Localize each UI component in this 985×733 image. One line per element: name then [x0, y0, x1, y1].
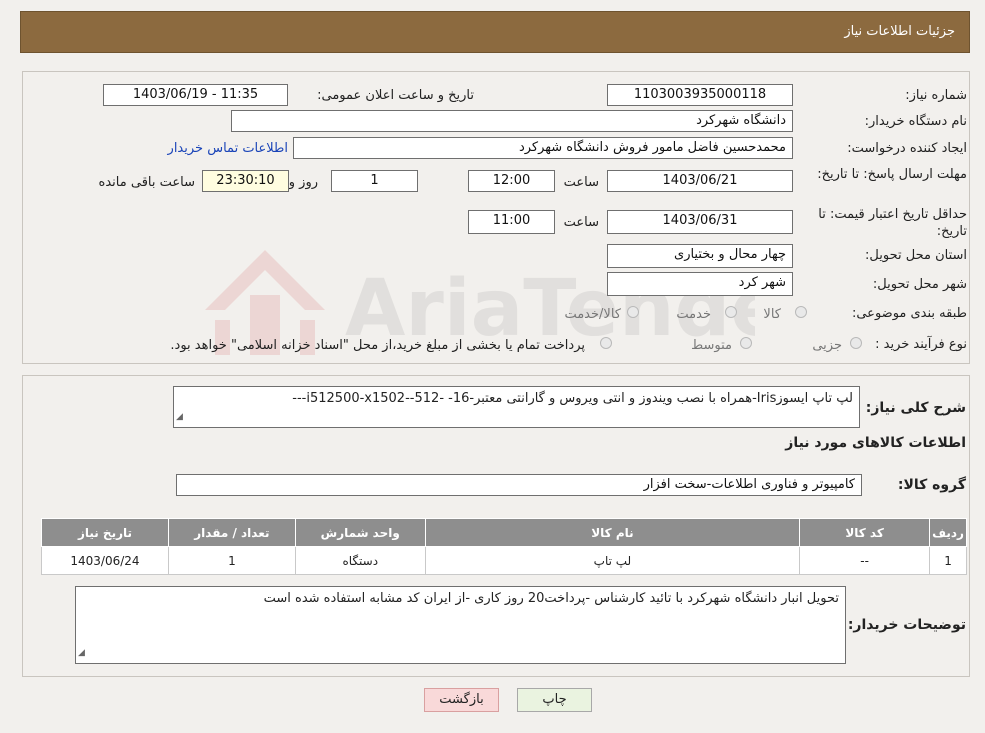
description-text: لپ تاپ ایسوزIris-همراه با نصب ویندوز و ا…	[292, 391, 853, 406]
page-title: جزئیات اطلاعات نیاز	[844, 24, 955, 39]
description-textarea[interactable]: لپ تاپ ایسوزIris-همراه با نصب ویندوز و ا…	[173, 386, 860, 428]
resize-grip-icon[interactable]: ◢	[176, 408, 183, 426]
announce-field[interactable]: 1403/06/19 - 11:35	[103, 84, 288, 106]
process-option-minor: جزیی	[812, 338, 842, 353]
cell-code: --	[799, 546, 931, 575]
validity-label: حداقل تاریخ اعتبار قیمت: تا تاریخ:	[818, 207, 967, 239]
col-qty: تعداد / مقدار	[167, 518, 296, 547]
col-unit: واحد شمارش	[294, 518, 426, 547]
process-label: نوع فرآیند خرید :	[875, 337, 967, 352]
cell-qty: 1	[167, 546, 296, 575]
deadline-date-field[interactable]: 1403/06/21	[607, 170, 793, 192]
table-row[interactable]: 1 -- لپ تاپ دستگاه 1 1403/06/24	[41, 546, 967, 575]
province-field[interactable]: چهار محال و بختیاری	[607, 244, 793, 268]
category-option-goods: کالا	[763, 307, 781, 322]
col-row: ردیف	[929, 518, 967, 547]
cell-name: لپ تاپ	[424, 546, 801, 575]
goods-group-field[interactable]: کامپیوتر و فناوری اطلاعات-سخت افزار	[176, 474, 862, 496]
city-field[interactable]: شهر کرد	[607, 272, 793, 296]
deadline-time-field[interactable]: 12:00	[468, 170, 555, 192]
buyer-contact-link[interactable]: اطلاعات تماس خریدار	[168, 141, 288, 156]
process-radio-medium[interactable]	[740, 337, 752, 349]
need-number-label: شماره نیاز:	[905, 88, 967, 103]
category-label: طبقه بندی موضوعی:	[851, 306, 967, 321]
cell-row: 1	[929, 546, 967, 575]
cell-unit: دستگاه	[294, 546, 426, 575]
category-option-service: خدمت	[676, 307, 711, 322]
process-radio-minor[interactable]	[850, 337, 862, 349]
goods-group-label: گروه کالا:	[897, 477, 966, 493]
col-name: نام کالا	[424, 518, 801, 547]
description-label: شرح کلی نیاز:	[865, 400, 966, 416]
announce-label: تاریخ و ساعت اعلان عمومی:	[317, 88, 474, 103]
validity-date-field[interactable]: 1403/06/31	[607, 210, 793, 234]
validity-time-label: ساعت	[563, 215, 599, 230]
validity-time-field[interactable]: 11:00	[468, 210, 555, 234]
buyer-notes-label: توضیحات خریدار:	[847, 617, 966, 633]
col-date: تاریخ نیاز	[41, 518, 169, 547]
requester-label: ایجاد کننده درخواست:	[847, 141, 967, 156]
days-field[interactable]: 1	[331, 170, 418, 192]
remaining-label: ساعت باقی مانده	[98, 175, 195, 190]
items-table: ردیف کد کالا نام کالا واحد شمارش تعداد /…	[41, 518, 967, 575]
category-radio-both[interactable]	[627, 306, 639, 318]
buyer-org-field[interactable]: دانشگاه شهرکرد	[231, 110, 793, 132]
requester-field[interactable]: محمدحسین فاضل مامور فروش دانشگاه شهرکرد	[293, 137, 793, 159]
resize-grip-icon[interactable]: ◢	[78, 644, 85, 662]
province-label: استان محل تحویل:	[865, 248, 967, 263]
days-label: روز و	[288, 175, 318, 190]
col-code: کد کالا	[799, 518, 931, 547]
cell-date: 1403/06/24	[41, 546, 169, 575]
category-radio-goods[interactable]	[795, 306, 807, 318]
city-label: شهر محل تحویل:	[872, 277, 967, 292]
print-button[interactable]: چاپ	[517, 688, 592, 712]
back-button[interactable]: بازگشت	[424, 688, 499, 712]
process-note: پرداخت تمام یا بخشی از مبلغ خرید،از محل …	[170, 338, 585, 353]
buyer-notes-textarea[interactable]: تحویل انبار دانشگاه شهرکرد با تائید کارش…	[75, 586, 846, 664]
deadline-time-label: ساعت	[563, 175, 599, 190]
category-option-both: کالا/خدمت	[564, 307, 621, 322]
remaining-time-field: 23:30:10	[202, 170, 289, 192]
deadline-label: مهلت ارسال پاسخ: تا تاریخ:	[817, 167, 967, 182]
process-radio-payment[interactable]	[600, 337, 612, 349]
category-radio-service[interactable]	[725, 306, 737, 318]
table-header-row: ردیف کد کالا نام کالا واحد شمارش تعداد /…	[41, 518, 967, 547]
process-option-medium: متوسط	[691, 338, 732, 353]
buyer-notes-text: تحویل انبار دانشگاه شهرکرد با تائید کارش…	[263, 591, 839, 606]
goods-section-title: اطلاعات کالاهای مورد نیاز	[785, 435, 966, 451]
page-header: جزئیات اطلاعات نیاز	[20, 11, 970, 53]
need-number-field[interactable]: 1103003935000118	[607, 84, 793, 106]
buyer-org-label: نام دستگاه خریدار:	[864, 114, 967, 129]
